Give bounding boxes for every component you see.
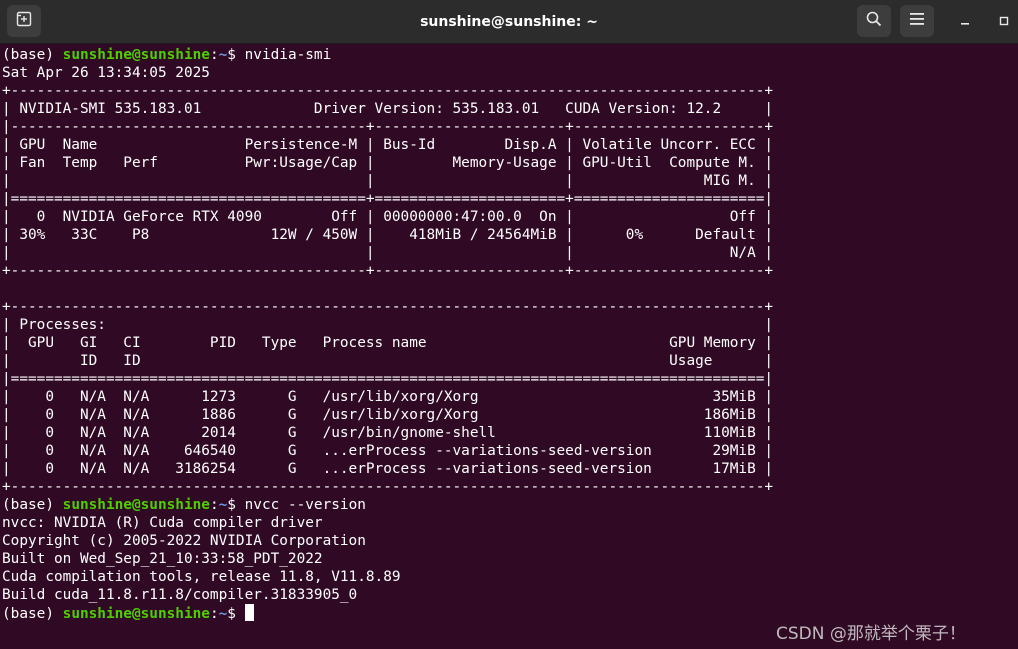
output-line: | 0 N/A N/A 2014 G /usr/bin/gnome-shell … (2, 425, 774, 441)
prompt-line: (base) sunshine@sunshine:~$ nvidia-smi (0, 46, 1018, 64)
output-line: Copyright (c) 2005-2022 NVIDIA Corporati… (2, 533, 366, 549)
output-line: | | | N/A | (2, 245, 774, 261)
output-line: Built on Wed_Sep_21_10:33:58_PDT_2022 (2, 551, 323, 567)
prompt-env: (base) (2, 606, 63, 622)
output-line: +---------------------------------------… (2, 299, 774, 315)
output-line: | ID ID Usage | (2, 353, 774, 369)
prompt-userhost: sunshine@sunshine (62, 47, 210, 63)
output-line: |=======================================… (2, 371, 774, 387)
prompt-symbol: $ (227, 606, 245, 622)
output-line: | 0 N/A N/A 3186254 G ...erProcess --var… (2, 461, 774, 477)
output-line: | 0 N/A N/A 1886 G /usr/lib/xorg/Xorg 18… (2, 407, 774, 423)
prompt-path: ~ (218, 47, 228, 63)
watermark: CSDN @那就举个栗子！ (776, 624, 966, 644)
prompt-symbol: $ (227, 497, 245, 513)
prompt-env: (base) (2, 497, 63, 513)
output-line: | GPU Name Persistence-M | Bus-Id Disp.A… (2, 137, 774, 153)
output-line: | NVIDIA-SMI 535.183.01 Driver Version: … (2, 101, 774, 117)
command-text: nvcc --version (244, 497, 366, 513)
menu-button[interactable] (900, 5, 934, 37)
output-line: | Processes: | (2, 317, 774, 333)
output-line: |---------------------------------------… (2, 119, 774, 135)
text-cursor (244, 604, 254, 621)
output-line: Cuda compilation tools, release 11.8, V1… (2, 569, 401, 585)
prompt-colon: : (209, 47, 219, 63)
prompt-colon: : (209, 606, 219, 622)
output-line: | | | MIG M. | (2, 173, 774, 189)
output-line: +---------------------------------------… (2, 479, 774, 495)
minimize-button[interactable] (953, 10, 977, 34)
prompt-userhost: sunshine@sunshine (62, 606, 210, 622)
prompt-userhost: sunshine@sunshine (62, 497, 210, 513)
title-bar: sunshine@sunshine: ~ (0, 0, 1018, 44)
output-line: | 30% 33C P8 12W / 450W | 418MiB / 24564… (2, 227, 774, 243)
output-line: | 0 N/A N/A 1273 G /usr/lib/xorg/Xorg 35… (2, 389, 774, 405)
prompt-colon: : (209, 497, 219, 513)
output-line: | GPU GI CI PID Type Process name GPU Me… (2, 335, 774, 351)
maximize-icon (999, 13, 1009, 31)
new-tab-button[interactable] (7, 5, 41, 37)
output-line: Build cuda_11.8.r11.8/compiler.31833905_… (2, 587, 358, 603)
prompt-line: (base) sunshine@sunshine:~$ nvcc --versi… (0, 496, 1018, 514)
prompt-path: ~ (218, 606, 228, 622)
output-line: | 0 N/A N/A 646540 G ...erProcess --vari… (2, 443, 774, 459)
prompt-path: ~ (218, 497, 228, 513)
terminal-window: sunshine@sunshine: ~ (base) sunshine@sun… (0, 0, 1018, 649)
output-line: | Fan Temp Perf Pwr:Usage/Cap | Memory-U… (2, 155, 774, 171)
output-line: |=======================================… (2, 191, 774, 207)
output-line: Sat Apr 26 13:34:05 2025 (2, 65, 210, 81)
command-text: nvidia-smi (244, 47, 332, 63)
minimize-icon (960, 13, 970, 31)
output-line: +---------------------------------------… (2, 83, 774, 99)
output-line: +---------------------------------------… (2, 263, 774, 279)
search-icon (866, 11, 882, 32)
prompt-env: (base) (2, 47, 63, 63)
new-tab-icon (16, 11, 32, 32)
terminal-output[interactable]: (base) sunshine@sunshine:~$ nvidia-smi S… (0, 46, 1018, 649)
maximize-button[interactable] (992, 10, 1016, 34)
prompt-symbol: $ (227, 47, 245, 63)
hamburger-menu-icon (910, 12, 924, 30)
output-line: nvcc: NVIDIA (R) Cuda compiler driver (2, 515, 323, 531)
search-button[interactable] (857, 5, 891, 37)
output-line: | 0 NVIDIA GeForce RTX 4090 Off | 000000… (2, 209, 774, 225)
